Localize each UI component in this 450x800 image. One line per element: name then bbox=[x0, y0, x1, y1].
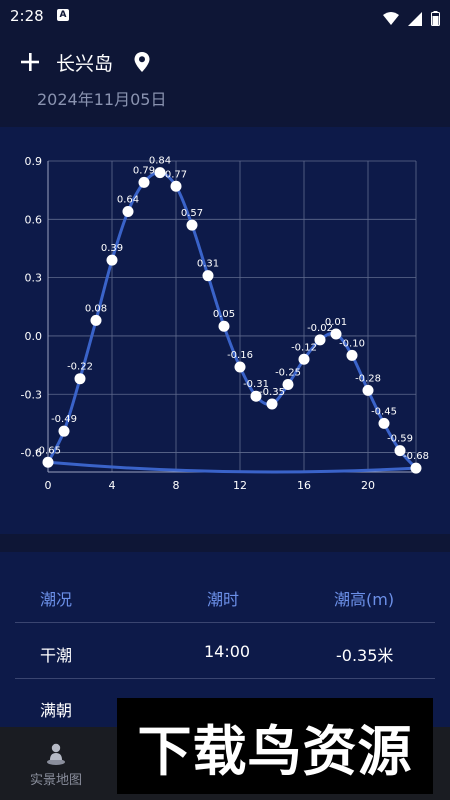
tide-data-label: -0.49 bbox=[51, 414, 77, 425]
tide-data-point bbox=[170, 180, 182, 192]
tide-data-label: 0.79 bbox=[133, 165, 155, 176]
battery-icon bbox=[431, 11, 440, 26]
tide-data-point bbox=[186, 219, 198, 231]
tide-data-point bbox=[138, 176, 150, 188]
tide-data-label: -0.59 bbox=[387, 434, 413, 445]
tide-chart: 0.90.60.30.0-0.3-0.60 4 8 12 16 20-0.65-0.49-… bbox=[21, 155, 429, 492]
row-tide-type: 干潮 bbox=[40, 646, 73, 665]
notification-badge: A bbox=[57, 9, 69, 21]
tide-data-label: -0.68 bbox=[403, 451, 429, 462]
tide-data-label: -0.65 bbox=[35, 445, 61, 456]
nav-live-map[interactable]: 实景地图 bbox=[14, 737, 98, 795]
watermark-text: 下载鸟资源 bbox=[137, 719, 413, 783]
date-text[interactable]: 2024年11月05日 bbox=[37, 86, 166, 110]
tide-series-line bbox=[46, 171, 418, 470]
tide-data-point bbox=[122, 206, 134, 218]
tide-data-label: 0.39 bbox=[101, 243, 123, 254]
tide-data-point bbox=[202, 270, 214, 282]
tide-data-label: -0.12 bbox=[291, 342, 317, 353]
row-tide-height: -0.35米 bbox=[336, 646, 394, 665]
header-tide-height: 潮高(m) bbox=[334, 590, 395, 609]
tide-data-point bbox=[346, 349, 358, 361]
tide-data-label: -0.28 bbox=[355, 373, 381, 384]
y-tick-label: 0.0 bbox=[25, 330, 43, 343]
x-tick-label: 20 bbox=[361, 479, 375, 492]
tide-data-label: 0.31 bbox=[197, 259, 219, 270]
tide-data-label: -0.45 bbox=[371, 406, 397, 417]
tide-data-point bbox=[282, 379, 294, 391]
y-tick-label: -0.3 bbox=[21, 388, 42, 401]
tide-data-label: 0.64 bbox=[117, 195, 139, 206]
tide-data-point bbox=[106, 254, 118, 266]
x-tick-label: 8 bbox=[173, 479, 180, 492]
tide-data-point bbox=[266, 398, 278, 410]
status-icons bbox=[379, 8, 440, 27]
tide-data-label: -0.35 bbox=[259, 387, 285, 398]
tide-data-point bbox=[58, 425, 70, 437]
tide-data-label: -0.22 bbox=[67, 362, 93, 373]
header-tide-time: 潮时 bbox=[207, 590, 240, 609]
tide-data-point bbox=[234, 361, 246, 373]
nav-live-map-label: 实景地图 bbox=[29, 773, 82, 788]
tide-data-label: 0.84 bbox=[149, 156, 171, 167]
map-pin-icon[interactable] bbox=[133, 51, 151, 73]
header-tide-type: 潮况 bbox=[40, 590, 73, 609]
y-tick-label: 0.3 bbox=[25, 272, 43, 285]
tide-data-label: 0.77 bbox=[165, 169, 187, 180]
header: 长兴岛 2024年11月05日 bbox=[0, 32, 450, 126]
row-tide-type: 满朝 bbox=[40, 701, 73, 720]
row-tide-time: 14:00 bbox=[204, 642, 251, 661]
tide-data-point bbox=[298, 353, 310, 365]
tide-data-label: -0.10 bbox=[339, 338, 365, 349]
y-tick-label: 0.9 bbox=[25, 155, 43, 168]
plus-icon bbox=[21, 53, 39, 71]
tide-data-label: 0.01 bbox=[325, 317, 347, 328]
status-time: 2:28 bbox=[10, 7, 44, 25]
tide-data-label: 0.08 bbox=[85, 303, 107, 314]
signal-icon bbox=[407, 11, 422, 26]
tide-data-point bbox=[378, 417, 390, 429]
tide-data-point bbox=[42, 456, 54, 468]
add-location-button[interactable] bbox=[18, 50, 42, 74]
table-divider bbox=[15, 622, 435, 623]
x-tick-label: 12 bbox=[233, 479, 247, 492]
x-tick-label: 16 bbox=[297, 479, 311, 492]
tide-data-point bbox=[218, 320, 230, 332]
x-tick-label: 0 bbox=[45, 479, 52, 492]
location-name[interactable]: 长兴岛 bbox=[56, 49, 113, 76]
tide-baseline-line bbox=[47, 460, 417, 474]
person-location-icon bbox=[47, 743, 65, 765]
status-bar: 2:28 A bbox=[0, 0, 450, 32]
y-tick-label: 0.6 bbox=[25, 213, 43, 226]
x-tick-label: 4 bbox=[109, 479, 116, 492]
table-divider bbox=[15, 678, 435, 679]
tide-data-label: -0.16 bbox=[227, 350, 253, 361]
wifi-icon bbox=[382, 11, 399, 25]
tide-data-label: -0.25 bbox=[275, 368, 301, 379]
tide-data-point bbox=[74, 373, 86, 385]
tide-data-point bbox=[90, 314, 102, 326]
tide-data-label: 0.57 bbox=[181, 208, 203, 219]
watermark: 下载鸟资源 bbox=[117, 698, 433, 794]
tide-data-point bbox=[314, 334, 326, 346]
tide-data-point bbox=[362, 384, 374, 396]
tide-chart-panel: 0.9 0.6 0.3 0.0 -0.3 -0.6 0 4 8 12 16 20 -0.65 -0.49-… bbox=[0, 127, 450, 534]
tide-data-point bbox=[154, 167, 166, 179]
tide-data-label: 0.05 bbox=[213, 309, 235, 320]
tide-data-point bbox=[410, 462, 422, 474]
